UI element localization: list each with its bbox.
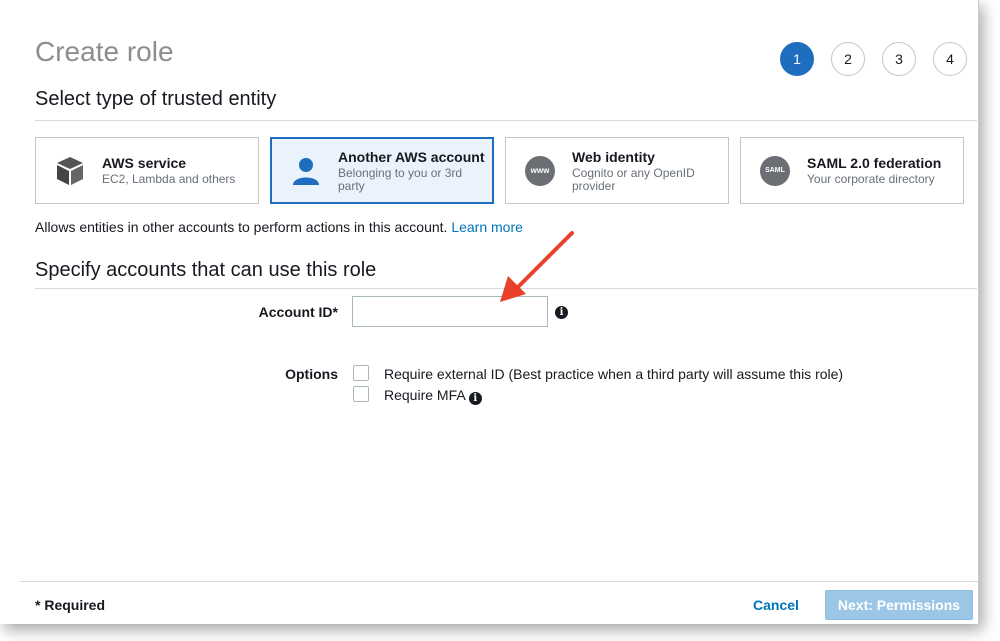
- entity-description: Allows entities in other accounts to per…: [35, 219, 523, 235]
- step-indicator: 1 2 3 4: [780, 42, 967, 76]
- account-id-label: Account ID*: [258, 304, 338, 320]
- next-permissions-button[interactable]: Next: Permissions: [825, 590, 973, 620]
- step-4[interactable]: 4: [933, 42, 967, 76]
- required-note: * Required: [35, 597, 106, 613]
- divider: [35, 288, 977, 289]
- card-subtitle: EC2, Lambda and others: [102, 172, 236, 186]
- account-id-input[interactable]: [352, 296, 548, 327]
- card-subtitle: Cognito or any OpenID provider: [572, 165, 695, 193]
- step-2[interactable]: 2: [831, 42, 865, 76]
- card-title: AWS service: [102, 155, 187, 171]
- require-external-id-checkbox[interactable]: [353, 365, 369, 381]
- card-title: Web identity: [572, 148, 655, 165]
- www-icon: www: [522, 153, 558, 189]
- require-external-id-label: Require external ID (Best practice when …: [384, 366, 844, 382]
- card-aws-service[interactable]: AWS service EC2, Lambda and others: [35, 137, 259, 204]
- require-mfa-checkbox[interactable]: [353, 386, 369, 402]
- page-title: Create role: [35, 36, 174, 67]
- learn-more-link[interactable]: Learn more: [451, 219, 523, 235]
- info-icon[interactable]: i: [555, 306, 568, 319]
- entity-type-cards: AWS service EC2, Lambda and others Anoth…: [35, 137, 964, 204]
- trusted-entity-heading: Select type of trusted entity: [35, 88, 277, 110]
- cancel-button[interactable]: Cancel: [753, 597, 799, 613]
- step-3[interactable]: 3: [882, 42, 916, 76]
- card-subtitle: Belonging to you or 3rd party: [338, 165, 463, 193]
- card-title: Another AWS account: [338, 148, 485, 165]
- card-saml-federation[interactable]: SAML SAML 2.0 federation Your corporate …: [740, 137, 964, 204]
- card-web-identity[interactable]: www Web identity Cognito or any OpenID p…: [505, 137, 729, 204]
- options-label: Options: [285, 366, 338, 382]
- require-mfa-option: Require MFA i: [384, 387, 482, 405]
- card-subtitle: Your corporate directory: [807, 172, 935, 186]
- card-title: SAML 2.0 federation: [807, 155, 942, 171]
- require-mfa-label: Require MFA: [384, 387, 465, 403]
- create-role-panel: Create role 1 2 3 4 Select type of trust…: [0, 0, 979, 624]
- step-1[interactable]: 1: [780, 42, 814, 76]
- card-another-aws-account[interactable]: Another AWS account Belonging to you or …: [270, 137, 494, 204]
- accounts-heading: Specify accounts that can use this role: [35, 259, 377, 281]
- cube-icon: [52, 153, 88, 189]
- user-icon: [288, 153, 324, 189]
- description-text: Allows entities in other accounts to per…: [35, 219, 448, 235]
- footer-divider: [20, 581, 978, 582]
- saml-icon: SAML: [757, 153, 793, 189]
- divider: [35, 120, 977, 121]
- mfa-info-icon[interactable]: i: [468, 392, 482, 405]
